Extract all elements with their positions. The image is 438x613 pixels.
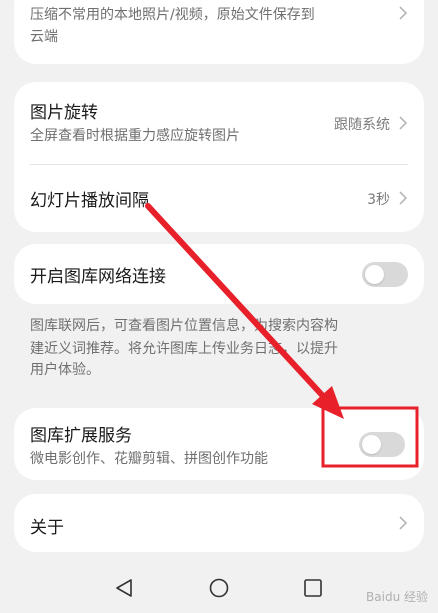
network-note-line1: 图库联网后，可查看图片位置信息，为搜索内容构 <box>30 318 338 334</box>
network-note-line3: 用户体验。 <box>30 362 100 378</box>
compress-desc-line1: 压缩不常用的本地照片/视频，原始文件保存到 <box>30 7 315 23</box>
toggle-knob <box>365 265 384 284</box>
chevron-right-icon <box>399 6 408 20</box>
slideshow-title: 幻灯片播放间隔 <box>30 191 149 211</box>
slideshow-value: 3秒 <box>367 192 390 208</box>
about-card[interactable]: 关于 <box>14 494 424 552</box>
rotate-title: 图片旋转 <box>30 103 98 123</box>
rotate-row[interactable]: 图片旋转 全屏查看时根据重力感应旋转图片 跟随系统 <box>14 82 424 164</box>
chevron-right-icon <box>399 516 408 530</box>
extension-desc: 微电影创作、花瓣剪辑、拼图创作功能 <box>30 451 268 467</box>
toggle-knob <box>362 435 381 454</box>
network-toggle[interactable] <box>362 262 408 287</box>
recents-icon[interactable] <box>303 578 323 598</box>
extension-card: 图库扩展服务 微电影创作、花瓣剪辑、拼图创作功能 <box>14 408 424 480</box>
rotate-desc: 全屏查看时根据重力感应旋转图片 <box>30 128 240 144</box>
watermark: Baidu 经验 <box>366 590 428 604</box>
slideshow-row[interactable]: 幻灯片播放间隔 3秒 <box>14 165 424 232</box>
network-card: 开启图库网络连接 <box>14 244 424 304</box>
navigation-bar <box>0 560 438 613</box>
chevron-right-icon <box>399 116 408 130</box>
back-icon[interactable] <box>113 577 135 599</box>
extension-toggle[interactable] <box>359 432 405 457</box>
network-note-line2: 建近义词推荐。将允许图库上传业务日志，以提升 <box>30 341 338 357</box>
rotate-value: 跟随系统 <box>334 117 390 133</box>
home-icon[interactable] <box>208 577 230 599</box>
extension-title: 图库扩展服务 <box>30 426 132 446</box>
compress-desc-line2: 云端 <box>30 29 58 45</box>
compress-card[interactable]: 压缩不常用的本地照片/视频，原始文件保存到 云端 <box>14 0 424 64</box>
about-title: 关于 <box>30 518 64 538</box>
display-settings-card: 图片旋转 全屏查看时根据重力感应旋转图片 跟随系统 幻灯片播放间隔 3秒 <box>14 82 424 232</box>
network-title: 开启图库网络连接 <box>30 267 166 287</box>
chevron-right-icon <box>399 191 408 205</box>
